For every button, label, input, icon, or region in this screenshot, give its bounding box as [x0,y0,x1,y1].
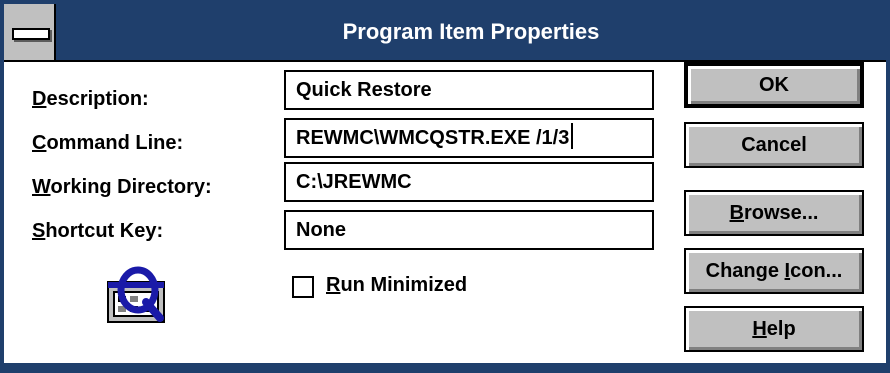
browse-button[interactable]: Browse... [684,190,864,236]
shortcut-key-label: Shortcut Key: [32,220,164,242]
command-line-label: Command Line: [32,132,184,154]
system-menu-button[interactable] [4,4,56,60]
text-caret [571,123,574,149]
command-line-field[interactable]: REWMC\WMCQSTR.EXE /1/3 [284,118,654,158]
working-directory-value: C:\JREWMC [296,171,412,193]
change-icon-button[interactable]: Change Icon... [684,248,864,294]
system-menu-icon [12,28,50,40]
working-directory-field[interactable]: C:\JREWMC [284,162,654,202]
run-minimized-checkbox[interactable] [292,276,314,298]
cancel-button[interactable]: Cancel [684,122,864,168]
help-button[interactable]: Help [684,306,864,352]
description-value: Quick Restore [296,79,432,101]
description-label: Description: [32,88,149,110]
ok-button[interactable]: OK [684,62,864,108]
program-item-properties-dialog: Program Item Properties Description: Com… [0,0,890,373]
shortcut-key-field[interactable]: None [284,210,654,250]
run-minimized-label[interactable]: Run Minimized [326,274,467,297]
working-directory-label: Working Directory: [32,176,212,198]
title-bar[interactable]: Program Item Properties [4,4,886,62]
quick-restore-program-icon [107,266,165,323]
shortcut-key-value: None [296,219,346,241]
description-field[interactable]: Quick Restore [284,70,654,110]
command-line-value: REWMC\WMCQSTR.EXE /1/3 [296,127,570,149]
window-title: Program Item Properties [342,19,600,44]
